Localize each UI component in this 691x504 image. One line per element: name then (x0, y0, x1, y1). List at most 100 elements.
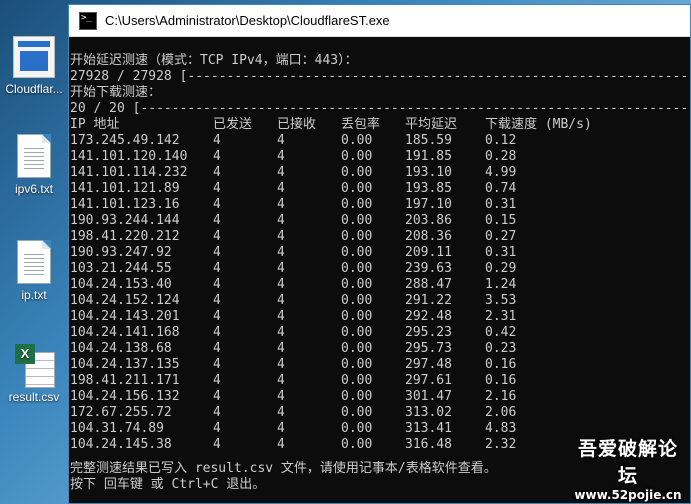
cell-ip: 104.24.152.124 (70, 293, 180, 308)
cell-sent: 4 (213, 245, 221, 260)
excel-file-icon: X (15, 344, 55, 388)
results-table: 173.245.49.142 4 4 0.00 185.59 0.12 141.101.12… (70, 133, 690, 453)
cell-loss: 0.00 (341, 245, 373, 260)
column-header-speed: 下载速度 (MB/s) (485, 117, 592, 132)
cell-loss: 0.00 (341, 389, 373, 404)
cell-latency: 203.86 (405, 213, 452, 228)
cell-received: 4 (277, 373, 285, 388)
cell-speed: 0.42 (485, 325, 517, 340)
cell-received: 4 (277, 277, 285, 292)
cell-ip: 141.101.120.140 (70, 149, 188, 164)
cell-sent: 4 (213, 373, 221, 388)
column-header-ip: IP 地址 (70, 117, 120, 132)
table-row: 173.245.49.142 4 4 0.00 185.59 0.12 (70, 133, 690, 149)
cell-received: 4 (277, 421, 285, 436)
cell-sent: 4 (213, 197, 221, 212)
latency-header: 开始延迟测速（模式：TCP IPv4，端口：443）： (70, 53, 358, 68)
cell-latency: 193.10 (405, 165, 452, 180)
cell-received: 4 (277, 357, 285, 372)
cell-ip: 141.101.121.89 (70, 181, 180, 196)
cell-received: 4 (277, 405, 285, 420)
desktop-icon-ipv6-txt[interactable]: ipv6.txt (0, 134, 68, 196)
watermark-title: 吾爱破解论坛 (577, 438, 678, 487)
desktop-icon-label: ip.txt (21, 288, 47, 302)
table-row: 104.24.141.168 4 4 0.00 295.23 0.42 (70, 325, 690, 341)
cell-speed: 0.74 (485, 181, 517, 196)
cell-sent: 4 (213, 341, 221, 356)
cell-ip: 173.245.49.142 (70, 133, 180, 148)
cell-loss: 0.00 (341, 437, 373, 452)
cell-speed: 2.06 (485, 405, 517, 420)
cell-ip: 104.24.138.68 (70, 341, 172, 356)
cell-speed: 0.27 (485, 229, 517, 244)
cell-speed: 0.23 (485, 341, 517, 356)
cell-loss: 0.00 (341, 165, 373, 180)
cell-ip: 190.93.244.144 (70, 213, 180, 228)
cell-latency: 313.02 (405, 405, 452, 420)
cell-sent: 4 (213, 293, 221, 308)
cell-speed: 2.31 (485, 309, 517, 324)
table-row: 104.24.143.201 4 4 0.00 292.48 2.31 (70, 309, 690, 325)
desktop-icon-result-csv[interactable]: X result.csv (0, 344, 68, 404)
cell-ip: 104.24.156.132 (70, 389, 180, 404)
cell-speed: 0.31 (485, 197, 517, 212)
table-row: 141.101.120.140 4 4 0.00 191.85 0.28 (70, 149, 690, 165)
cell-latency: 193.85 (405, 181, 452, 196)
cell-loss: 0.00 (341, 341, 373, 356)
cell-received: 4 (277, 325, 285, 340)
cell-speed: 4.99 (485, 165, 517, 180)
cell-latency: 292.48 (405, 309, 452, 324)
cell-sent: 4 (213, 181, 221, 196)
cell-latency: 295.73 (405, 341, 452, 356)
cell-received: 4 (277, 213, 285, 228)
cell-received: 4 (277, 389, 285, 404)
cell-sent: 4 (213, 213, 221, 228)
cell-sent: 4 (213, 309, 221, 324)
table-row: 104.24.137.135 4 4 0.00 297.48 0.16 (70, 357, 690, 373)
cell-ip: 103.21.244.55 (70, 261, 172, 276)
cell-loss: 0.00 (341, 181, 373, 196)
cell-latency: 239.63 (405, 261, 452, 276)
cell-sent: 4 (213, 421, 221, 436)
cell-received: 4 (277, 165, 285, 180)
cell-loss: 0.00 (341, 277, 373, 292)
cell-received: 4 (277, 261, 285, 276)
title-bar[interactable]: C:\Users\Administrator\Desktop\Cloudflar… (69, 5, 690, 37)
cell-sent: 4 (213, 165, 221, 180)
cell-received: 4 (277, 293, 285, 308)
table-row: 172.67.255.72 4 4 0.00 313.02 2.06 (70, 405, 690, 421)
table-row: 141.101.114.232 4 4 0.00 193.10 4.99 (70, 165, 690, 181)
text-file-icon (17, 134, 51, 178)
watermark-url: www.52pojie.cn (574, 488, 682, 502)
cell-received: 4 (277, 437, 285, 452)
watermark: 吾爱破解论坛 www.52pojie.cn (569, 434, 687, 502)
cell-latency: 191.85 (405, 149, 452, 164)
desktop-icon-ip-txt[interactable]: ip.txt (0, 240, 68, 302)
console-output[interactable]: 开始延迟测速（模式：TCP IPv4，端口：443）： 27928 / 2792… (69, 36, 690, 503)
table-row: 141.101.123.16 4 4 0.00 197.10 0.31 (70, 197, 690, 213)
cell-latency: 313.41 (405, 421, 452, 436)
cell-speed: 0.31 (485, 245, 517, 260)
cell-ip: 141.101.123.16 (70, 197, 180, 212)
cell-ip: 104.24.137.135 (70, 357, 180, 372)
desktop-icon-label: result.csv (8, 390, 60, 404)
console-window[interactable]: C:\Users\Administrator\Desktop\Cloudflar… (68, 4, 691, 504)
cell-loss: 0.00 (341, 133, 373, 148)
download-header: 开始下载测速： (70, 85, 162, 100)
cell-speed: 0.12 (485, 133, 517, 148)
download-progress: 20 / 20 [-------------------------------… (70, 101, 690, 116)
cell-latency: 208.36 (405, 229, 452, 244)
cell-ip: 104.24.145.38 (70, 437, 172, 452)
cell-received: 4 (277, 181, 285, 196)
cell-speed: 0.15 (485, 213, 517, 228)
cell-latency: 297.48 (405, 357, 452, 372)
cell-ip: 198.41.211.171 (70, 373, 180, 388)
cell-latency: 295.23 (405, 325, 452, 340)
cell-received: 4 (277, 133, 285, 148)
column-header-received: 已接收 (277, 117, 317, 132)
table-row: 104.24.156.132 4 4 0.00 301.47 2.16 (70, 389, 690, 405)
column-header-latency: 平均延迟 (405, 117, 458, 132)
desktop-icon-cloudflarest[interactable]: Cloudflar... (0, 36, 68, 96)
cell-speed: 2.16 (485, 389, 517, 404)
cell-loss: 0.00 (341, 421, 373, 436)
